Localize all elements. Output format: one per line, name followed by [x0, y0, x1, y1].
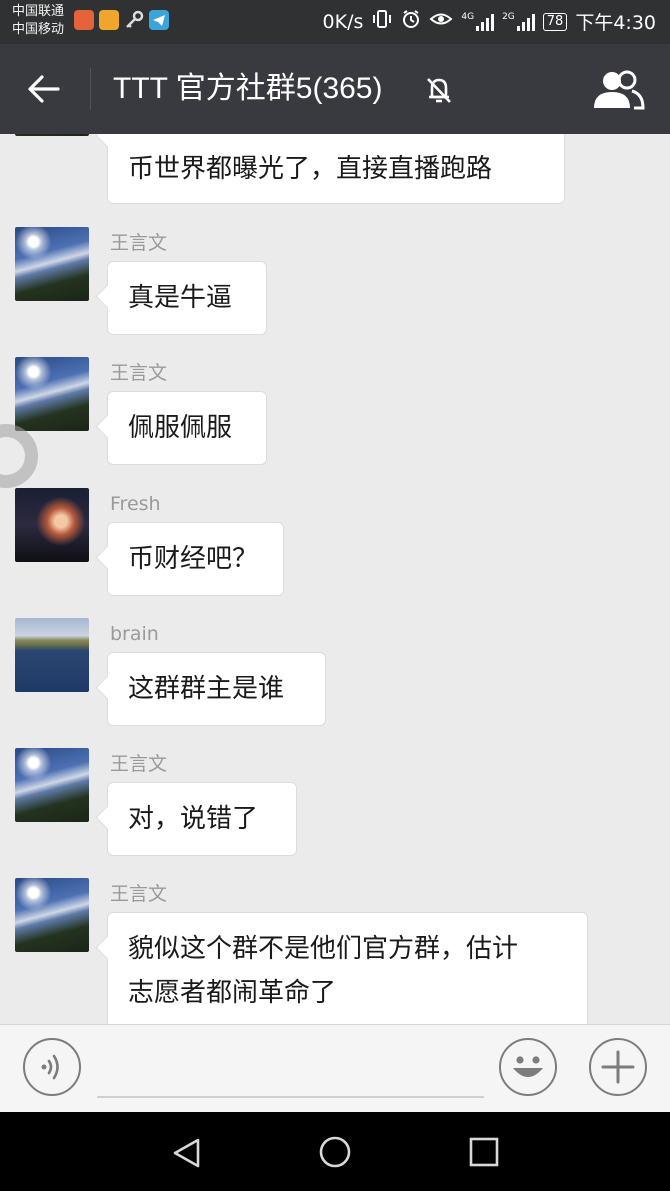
message-bubble[interactable]: 币财经吧？ [107, 522, 284, 596]
vibrate-icon [371, 9, 393, 34]
loading-spinner-icon [0, 424, 38, 488]
signal-bars-icon [476, 13, 495, 31]
eye-icon [429, 10, 453, 33]
message-bubble[interactable]: 对，说错了 [107, 782, 297, 856]
key-icon [124, 10, 144, 30]
message-bubble[interactable]: 币世界都曝光了，直接直播跑路 [107, 134, 565, 204]
message-list[interactable]: 币世界都曝光了，直接直播跑路 王言文 真是牛逼 王言文 佩服佩服 Fresh 币… [0, 134, 670, 1024]
message-input[interactable] [97, 1096, 484, 1098]
message-text: 币世界都曝光了，直接直播跑路 [128, 154, 493, 184]
message-bubble[interactable]: 佩服佩服 [107, 391, 267, 465]
avatar[interactable] [15, 618, 89, 692]
notification-icons [74, 10, 169, 30]
message-text-line: 貌似这个群不是他们官方群，估计 [128, 934, 519, 964]
network-2-label: 2G [502, 11, 515, 22]
message-bubble[interactable]: 真是牛逼 [107, 261, 267, 335]
more-button[interactable] [589, 1038, 647, 1096]
chat-input-bar [0, 1024, 670, 1113]
chat-header: TTT 官方社群5(365) [0, 44, 670, 134]
page-title: TTT 官方社群5(365) [113, 72, 383, 105]
avatar[interactable] [15, 134, 89, 136]
app-notification-icon [74, 10, 94, 30]
telegram-icon [149, 10, 169, 30]
sender-name: 王言文 [110, 753, 168, 775]
signal-2g: 2G [502, 11, 535, 31]
alarm-icon [401, 9, 421, 34]
bell-off-icon [422, 75, 456, 105]
sender-name: brain [110, 623, 159, 645]
status-bar: 中国联通 中国移动 0K/s 4G 2G 78 下午4:30 [0, 0, 670, 44]
avatar[interactable] [15, 748, 89, 822]
sender-name: 王言文 [110, 232, 168, 254]
circle-home-icon[interactable] [318, 1135, 352, 1169]
battery-indicator: 78 [542, 12, 568, 31]
square-recents-icon[interactable] [468, 1136, 500, 1168]
group-members-icon [594, 70, 645, 110]
carrier-labels: 中国联通 中国移动 [12, 3, 64, 39]
clock: 下午4:30 [575, 12, 656, 34]
signal-bars-icon [516, 13, 535, 31]
signal-4g: 4G [461, 11, 495, 31]
avatar[interactable] [15, 488, 89, 562]
avatar[interactable] [15, 878, 89, 952]
back-arrow-icon [28, 75, 60, 103]
message-text: 这群群主是谁 [128, 674, 285, 704]
weibo-icon [99, 10, 119, 30]
carrier-2: 中国移动 [12, 22, 65, 37]
network-1-label: 4G [461, 11, 475, 22]
message-text: 对，说错了 [128, 804, 259, 834]
plus-icon [601, 1050, 635, 1084]
voice-button[interactable] [23, 1038, 81, 1096]
system-navigation-bar [0, 1112, 670, 1191]
triangle-back-icon[interactable] [170, 1136, 204, 1170]
message-text-line: 志愿者都闹革命了 [128, 978, 337, 1008]
carrier-1: 中国联通 [12, 4, 65, 19]
net-speed: 0K/s [322, 10, 364, 33]
sender-name: 王言文 [110, 883, 168, 905]
sender-name: 王言文 [110, 362, 168, 384]
header-divider [90, 68, 91, 110]
emoji-icon [513, 1056, 543, 1077]
message-bubble[interactable]: 貌似这个群不是他们官方群，估计 志愿者都闹革命了 [107, 912, 588, 1024]
message-text: 佩服佩服 [128, 413, 233, 443]
back-button[interactable] [22, 69, 66, 109]
message-bubble[interactable]: 这群群主是谁 [107, 652, 326, 726]
message-text: 真是牛逼 [128, 283, 233, 313]
avatar[interactable] [15, 227, 89, 301]
message-text: 币财经吧？ [128, 544, 259, 574]
voice-icon [41, 1054, 59, 1080]
sender-name: Fresh [110, 493, 161, 515]
avatar[interactable] [15, 357, 89, 431]
status-right: 0K/s 4G 2G 78 下午4:30 [323, 8, 656, 35]
emoji-button[interactable] [499, 1038, 557, 1096]
group-members-button[interactable] [590, 68, 646, 112]
